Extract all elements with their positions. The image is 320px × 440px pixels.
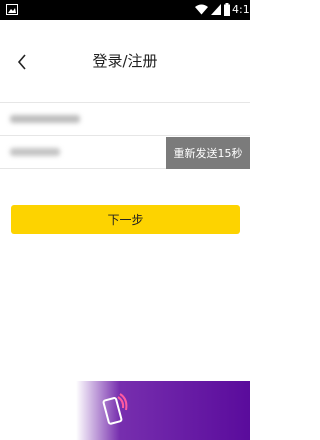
watermark-logo (76, 381, 250, 440)
phone-input[interactable] (0, 102, 250, 136)
phone-value-blurred (10, 115, 80, 123)
signal-icon (211, 4, 221, 15)
image-icon (6, 4, 18, 15)
status-time: 4:18 (232, 3, 257, 16)
status-bar: 4:18 (0, 0, 257, 20)
battery-icon (224, 3, 230, 16)
header: 登录/注册 (0, 20, 250, 102)
resend-code-button[interactable]: 重新发送15秒 (166, 137, 250, 169)
code-value-blurred (10, 148, 60, 156)
page-title: 登录/注册 (92, 52, 158, 70)
phone-signal-icon (102, 393, 128, 425)
next-step-button[interactable]: 下一步 (11, 205, 240, 234)
wifi-icon (195, 4, 208, 15)
